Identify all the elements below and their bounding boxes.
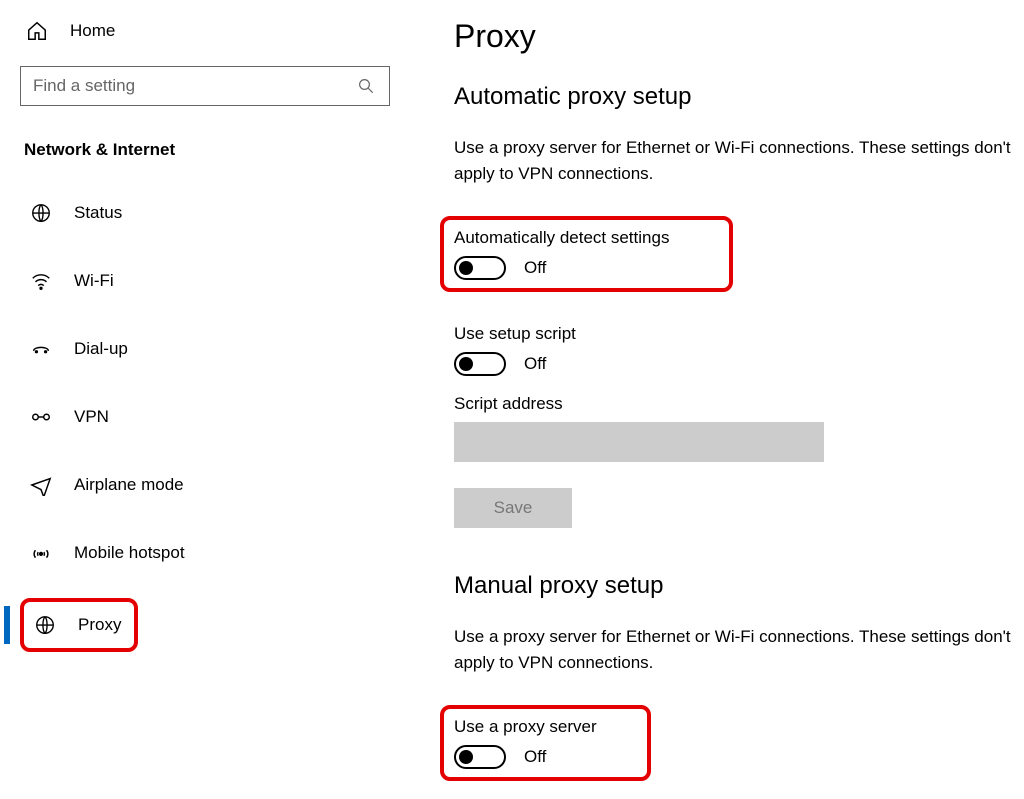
main-content: Proxy Automatic proxy setup Use a proxy … [410,0,1024,789]
sidebar-item-label: Airplane mode [74,475,184,495]
auto-section-heading: Automatic proxy setup [454,83,1014,111]
setup-script-setting: Use setup script Off [454,324,1014,376]
home-icon [26,20,48,42]
globe-icon [30,202,52,224]
auto-section-description: Use a proxy server for Ethernet or Wi-Fi… [454,135,1014,186]
sidebar-item-dialup[interactable]: Dial-up [20,326,390,372]
hotspot-icon [30,542,52,564]
use-proxy-toggle[interactable] [454,745,506,769]
globe-icon [34,614,56,636]
page-title: Proxy [454,18,1014,55]
sidebar-nav: Status Wi-Fi Dial-up [20,190,390,652]
dialup-icon [30,338,52,360]
manual-section-heading: Manual proxy setup [454,572,1014,600]
auto-detect-toggle[interactable] [454,256,506,280]
sidebar-item-home[interactable]: Home [20,18,390,48]
sidebar-item-vpn[interactable]: VPN [20,394,390,440]
vpn-icon [30,406,52,428]
sidebar-item-airplane[interactable]: Airplane mode [20,462,390,508]
sidebar-item-label: VPN [74,407,109,427]
use-proxy-label: Use a proxy server [454,717,597,737]
sidebar-item-wifi[interactable]: Wi-Fi [20,258,390,304]
auto-detect-setting: Automatically detect settings Off [440,216,733,292]
auto-detect-state: Off [524,258,546,278]
airplane-icon [30,474,52,496]
use-proxy-state: Off [524,747,546,767]
search-placeholder: Find a setting [33,76,135,96]
setup-script-toggle[interactable] [454,352,506,376]
sidebar-item-label: Dial-up [74,339,128,359]
sidebar-item-label: Wi-Fi [74,271,114,291]
sidebar-item-label: Proxy [78,615,121,635]
sidebar-item-label: Status [74,203,122,223]
wifi-icon [30,270,52,292]
use-proxy-setting: Use a proxy server Off [440,705,651,781]
manual-section-description: Use a proxy server for Ethernet or Wi-Fi… [454,624,1014,675]
sidebar-item-status[interactable]: Status [20,190,390,236]
settings-sidebar: Home Find a setting Network & Internet S… [0,0,410,789]
sidebar-item-proxy[interactable]: Proxy [20,598,138,652]
category-heading: Network & Internet [24,140,390,160]
setup-script-state: Off [524,354,546,374]
setup-script-label: Use setup script [454,324,1014,344]
script-address-label: Script address [454,394,1014,414]
search-input[interactable]: Find a setting [20,66,390,106]
home-label: Home [70,21,115,41]
save-button[interactable]: Save [454,488,572,528]
sidebar-item-label: Mobile hotspot [74,543,185,563]
sidebar-item-hotspot[interactable]: Mobile hotspot [20,530,390,576]
search-icon [355,75,377,97]
auto-detect-label: Automatically detect settings [454,228,669,248]
script-address-input[interactable] [454,422,824,462]
